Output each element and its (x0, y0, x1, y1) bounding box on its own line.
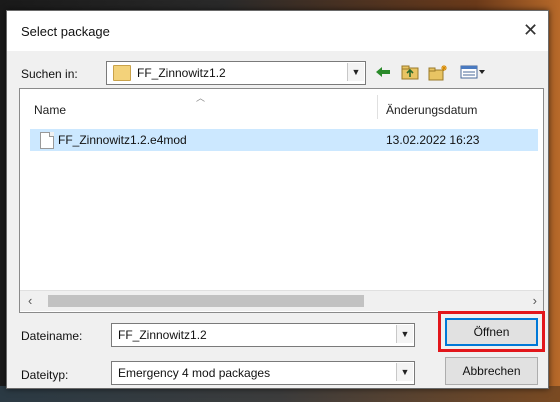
horizontal-scrollbar[interactable]: ‹ › (20, 290, 543, 311)
chevron-down-icon[interactable]: ▼ (347, 63, 364, 81)
look-in-value: FF_Zinnowitz1.2 (137, 66, 226, 80)
filetype-label: Dateityp: (21, 368, 69, 382)
title-bar: Select package ✕ (7, 11, 548, 51)
column-divider[interactable] (377, 95, 378, 119)
cancel-button[interactable]: Abbrechen (445, 357, 538, 385)
filename-value: FF_Zinnowitz1.2 (118, 328, 207, 342)
dialog-title: Select package (21, 24, 110, 39)
sort-indicator-icon: ︿ (196, 93, 206, 103)
look-in-dropdown[interactable]: FF_Zinnowitz1.2 ▼ (106, 61, 366, 85)
file-list[interactable]: ︿ Name Änderungsdatum FF_Zinnowitz1.2.e4… (19, 88, 544, 313)
filetype-select[interactable]: Emergency 4 mod packages ▼ (111, 361, 415, 385)
look-in-label: Suchen in: (21, 67, 78, 81)
scroll-left-icon[interactable]: ‹ (28, 293, 32, 308)
file-name: FF_Zinnowitz1.2.e4mod (58, 133, 187, 147)
column-header-modified[interactable]: Änderungsdatum (386, 103, 477, 117)
list-item[interactable]: FF_Zinnowitz1.2.e4mod 13.02.2022 16:23 (30, 129, 538, 151)
up-folder-icon[interactable] (400, 65, 420, 83)
folder-icon (113, 65, 131, 81)
filename-field[interactable]: FF_Zinnowitz1.2 ▼ (111, 323, 415, 347)
scroll-right-icon[interactable]: › (533, 293, 537, 308)
chevron-down-icon[interactable]: ▼ (396, 325, 413, 343)
file-modified: 13.02.2022 16:23 (386, 133, 480, 147)
close-icon[interactable]: ✕ (523, 20, 538, 41)
filetype-value: Emergency 4 mod packages (118, 366, 271, 380)
file-icon (40, 132, 54, 149)
new-folder-icon[interactable] (427, 65, 449, 83)
select-package-dialog: Select package ✕ Suchen in: FF_Zinnowitz… (6, 10, 549, 389)
view-menu-icon[interactable] (459, 65, 487, 83)
highlight-annotation (438, 311, 545, 352)
chevron-down-icon[interactable]: ▼ (396, 363, 413, 381)
scrollbar-thumb[interactable] (48, 295, 364, 307)
filename-label: Dateiname: (21, 329, 83, 343)
column-header-name[interactable]: Name (34, 103, 66, 117)
back-arrow-icon[interactable] (374, 65, 392, 83)
